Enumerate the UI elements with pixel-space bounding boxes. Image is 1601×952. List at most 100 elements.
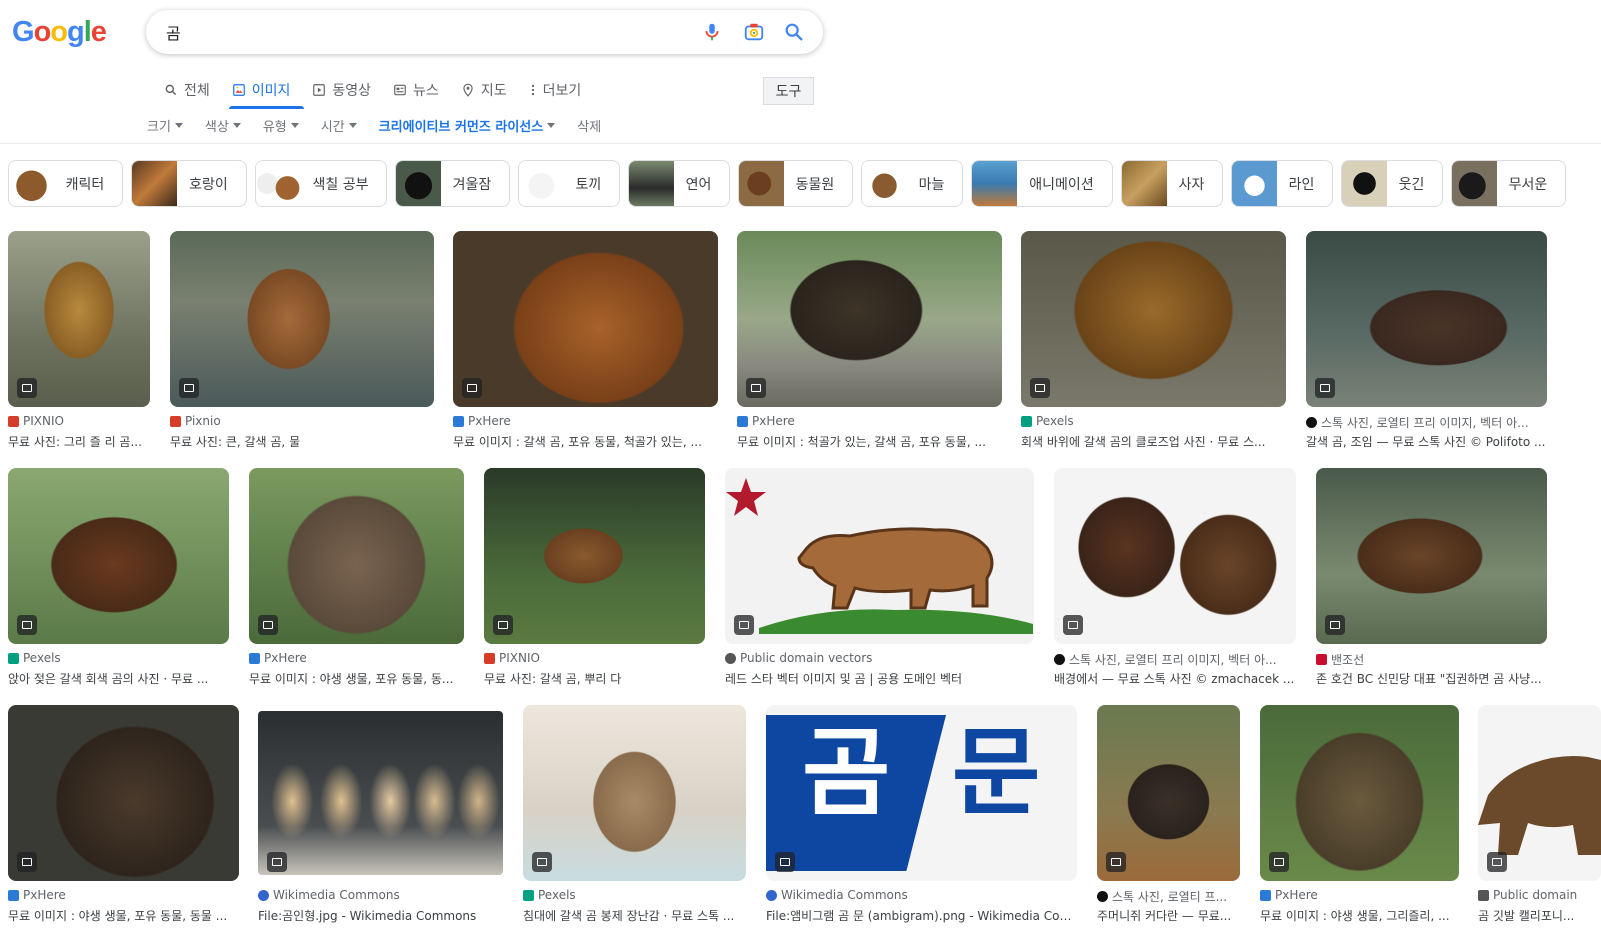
chip-lion[interactable]: 사자: [1121, 160, 1223, 207]
result-image[interactable]: [1316, 468, 1547, 644]
result-source[interactable]: Wikimedia Commons: [766, 888, 1077, 902]
result-title[interactable]: File:앰비그램 곰 문 (ambigram).png - Wikimedia…: [766, 907, 1077, 924]
result-source[interactable]: Pexels: [8, 651, 229, 665]
result-source[interactable]: Public domain: [1478, 888, 1601, 902]
result-image[interactable]: [1478, 705, 1601, 881]
tab-all[interactable]: 전체: [164, 80, 210, 100]
result-image[interactable]: [170, 231, 434, 407]
result-image[interactable]: [523, 705, 746, 881]
microphone-icon[interactable]: [701, 21, 723, 43]
result-source[interactable]: 스톡 사진, 로열티 프리 이미지, 벡터 아...: [1054, 651, 1296, 668]
chip-coloring[interactable]: 색칠 공부: [255, 160, 387, 207]
result-title[interactable]: 회색 바위에 갈색 곰의 클로즈업 사진 · 무료 스...: [1021, 433, 1286, 450]
result-image[interactable]: [1260, 705, 1459, 881]
tab-maps[interactable]: 지도: [461, 80, 507, 100]
chip-animation[interactable]: 애니메이션: [971, 160, 1113, 207]
chip-label: 무서운: [1508, 176, 1548, 193]
tab-images[interactable]: 이미지: [232, 80, 290, 100]
favicon-icon: [1306, 417, 1317, 428]
result-title[interactable]: 무료 사진: 갈색 곰, 뿌리 다: [484, 670, 705, 687]
filter-clear[interactable]: 삭제: [577, 116, 601, 135]
result-source[interactable]: 스톡 사진, 로열티 프...: [1097, 888, 1240, 905]
result-title[interactable]: 갈색 곰, 조임 — 무료 스톡 사진 © Polifoto ...: [1306, 433, 1547, 450]
result-image[interactable]: [484, 468, 705, 644]
result-image[interactable]: [453, 231, 718, 407]
result-image[interactable]: [737, 231, 1002, 407]
chip-scary[interactable]: 무서운: [1451, 160, 1566, 207]
result-image[interactable]: [8, 231, 150, 407]
result-image[interactable]: [1021, 231, 1286, 407]
tab-news[interactable]: 뉴스: [393, 80, 439, 100]
result-source[interactable]: PIXNIO: [484, 651, 705, 665]
chip-label: 라인: [1288, 176, 1315, 193]
source-name: Wikimedia Commons: [781, 888, 908, 902]
chip-zoo[interactable]: 동물원: [738, 160, 853, 207]
result-title[interactable]: 배경에서 — 무료 스톡 사진 © zmachacek ...: [1054, 670, 1296, 687]
result-title[interactable]: File:곰인형.jpg - Wikimedia Commons: [258, 907, 503, 924]
result-title[interactable]: 무료 이미지 : 야생 생물, 그리즐리, ...: [1260, 907, 1459, 924]
chip-garlic[interactable]: 마늘: [861, 160, 963, 207]
result-title[interactable]: 존 호건 BC 신민당 대표 "집권하면 곰 사냥...: [1316, 670, 1547, 687]
chip-character[interactable]: 캐릭터: [8, 160, 123, 207]
result-source[interactable]: 스톡 사진, 로열티 프리 이미지, 벡터 아...: [1306, 414, 1547, 431]
result-source[interactable]: Pixnio: [170, 414, 434, 428]
search-icon[interactable]: [783, 21, 805, 43]
chip-salmon[interactable]: 연어: [628, 160, 730, 207]
result-title[interactable]: 곰 깃발 캘리포니...: [1478, 907, 1601, 924]
result-title[interactable]: 앉아 젖은 갈색 회색 곰의 사진 · 무료 ...: [8, 670, 229, 687]
chip-tiger[interactable]: 호랑이: [131, 160, 247, 207]
result-title[interactable]: 무료 이미지 : 갈색 곰, 포유 동물, 척골가 있는, ...: [453, 433, 718, 450]
result-source[interactable]: PxHere: [249, 651, 464, 665]
result-title[interactable]: 무료 사진: 그리 즐 리 곰...: [8, 433, 150, 450]
result-source[interactable]: Pexels: [523, 888, 746, 902]
tab-more[interactable]: 더보기: [529, 80, 581, 100]
chip-thumbnail: [972, 161, 1017, 206]
chip-line[interactable]: 라인: [1231, 160, 1333, 207]
result-title[interactable]: 무료 이미지 : 야생 생물, 포유 동물, 동...: [249, 670, 464, 687]
result-title[interactable]: 무료 이미지 : 척골가 있는, 갈색 곰, 포유 동물, ...: [737, 433, 1002, 450]
result-image[interactable]: [249, 468, 464, 644]
result-title[interactable]: 침대에 갈색 곰 봉제 장난감 · 무료 스톡 ...: [523, 907, 746, 924]
result-title[interactable]: 레드 스타 벡터 이미지 및 곰 | 공용 도메인 벡터: [725, 670, 1034, 687]
chip-thumbnail: [256, 161, 301, 206]
result-image[interactable]: [8, 705, 239, 881]
filter-size[interactable]: 크기: [147, 116, 183, 135]
result-image[interactable]: [1306, 231, 1547, 407]
result-image[interactable]: [725, 468, 1034, 644]
result-source[interactable]: PxHere: [453, 414, 718, 428]
filter-license[interactable]: 크리에이티브 커먼즈 라이선스: [379, 116, 556, 135]
image-badge-icon: [1269, 852, 1289, 872]
chip-label: 겨울잠: [452, 176, 492, 193]
source-name: Pixnio: [185, 414, 221, 428]
filter-time[interactable]: 시간: [321, 116, 357, 135]
chip-thumbnail: [1342, 161, 1387, 206]
filter-label: 크리에이티브 커먼즈 라이선스: [378, 120, 544, 135]
result-title[interactable]: 무료 이미지 : 야생 생물, 포유 동물, 동물 ...: [8, 907, 239, 924]
result-image[interactable]: [8, 468, 229, 644]
result-source[interactable]: Wikimedia Commons: [258, 888, 503, 902]
result-image[interactable]: [258, 705, 503, 881]
chip-rabbit[interactable]: 토끼: [518, 160, 620, 207]
chip-funny[interactable]: 웃긴: [1341, 160, 1443, 207]
result-title[interactable]: 무료 사진: 큰, 갈색 곰, 물: [170, 433, 434, 450]
result-source[interactable]: PxHere: [737, 414, 1002, 428]
filter-color[interactable]: 색상: [205, 116, 241, 135]
result-source[interactable]: Public domain vectors: [725, 651, 1034, 665]
result-source[interactable]: Pexels: [1021, 414, 1286, 428]
chip-label: 연어: [685, 176, 712, 193]
tab-videos[interactable]: 동영상: [312, 80, 371, 100]
result-source[interactable]: PIXNIO: [8, 414, 150, 428]
result-source[interactable]: PxHere: [1260, 888, 1459, 902]
chip-hibernation[interactable]: 겨울잠: [395, 160, 510, 207]
search-input[interactable]: [166, 10, 686, 54]
result-source[interactable]: PxHere: [8, 888, 239, 902]
result-image[interactable]: [1097, 705, 1240, 881]
google-logo[interactable]: Google: [12, 16, 107, 49]
result-image[interactable]: 곰 문: [766, 705, 1077, 881]
camera-lens-icon[interactable]: [743, 21, 765, 43]
result-image[interactable]: [1054, 468, 1296, 644]
result-source[interactable]: 밴조선: [1316, 651, 1547, 668]
tools-button[interactable]: 도구: [763, 77, 814, 105]
result-title[interactable]: 주머니쥐 커다란 — 무료...: [1097, 907, 1240, 924]
filter-type[interactable]: 유형: [263, 116, 299, 135]
